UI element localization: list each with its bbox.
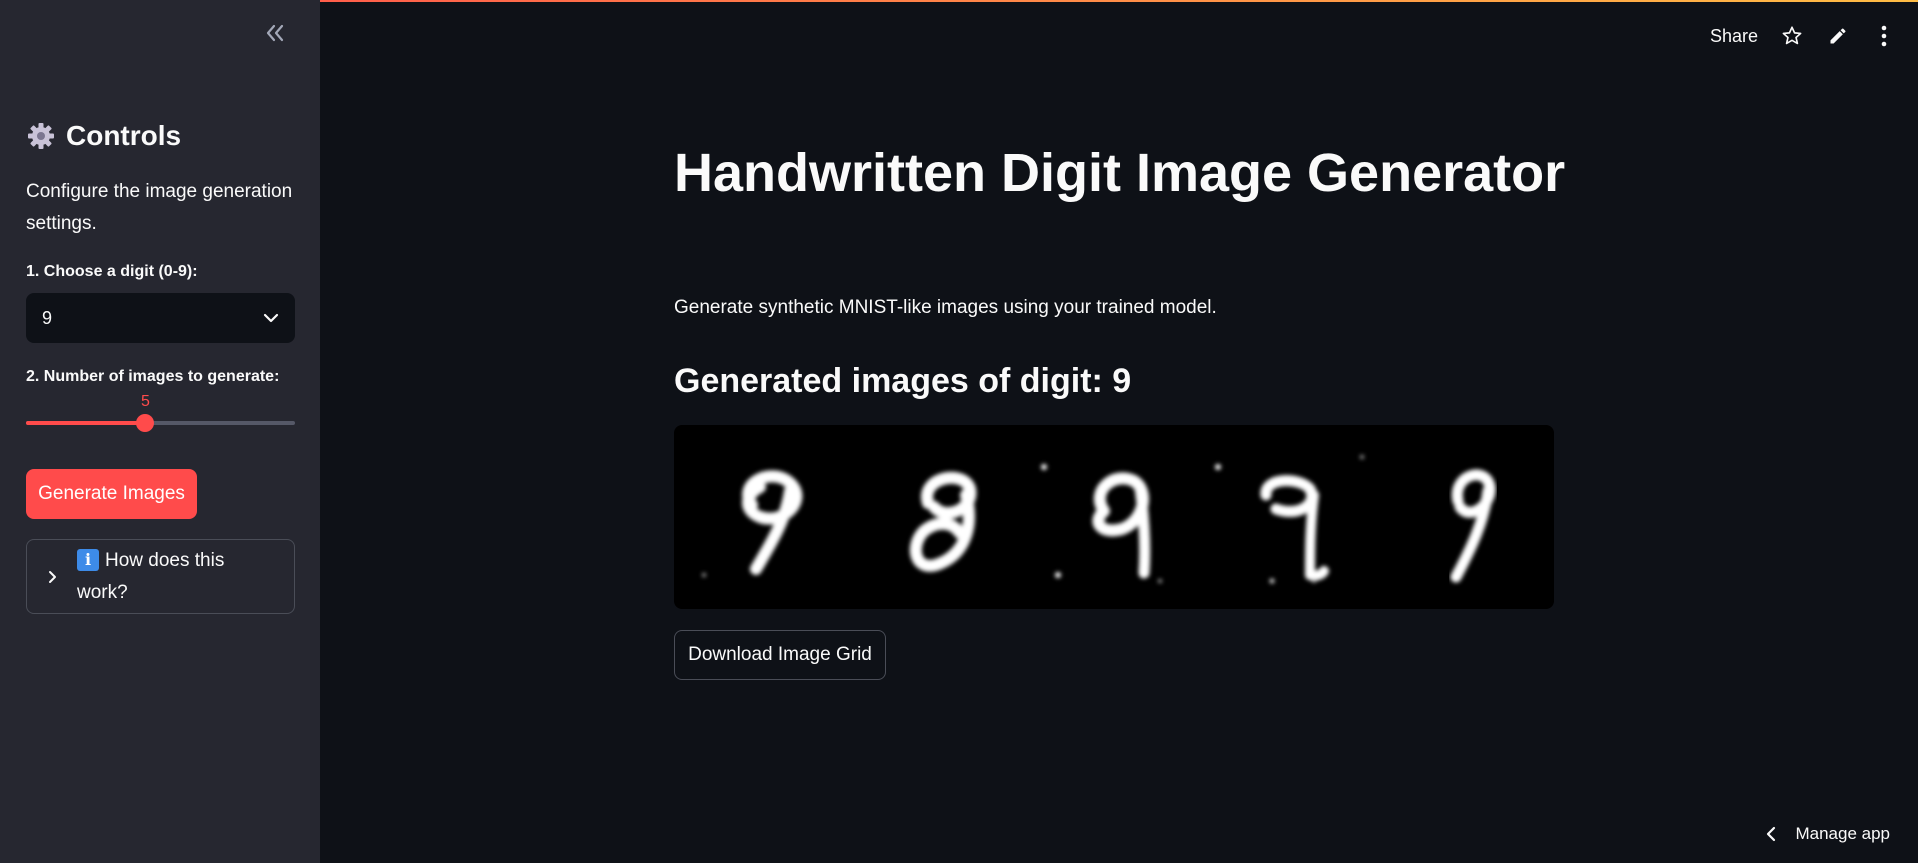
generated-image-grid xyxy=(674,425,1554,609)
sidebar-title: Controls xyxy=(26,118,181,154)
digit-select-value: 9 xyxy=(42,307,53,328)
edit-button[interactable] xyxy=(1826,24,1850,48)
more-vertical-icon xyxy=(1881,25,1887,47)
generated-digit-image xyxy=(910,471,977,572)
generated-digit-image xyxy=(702,470,803,577)
sidebar-description: Configure the image generation settings. xyxy=(26,181,293,234)
star-button[interactable] xyxy=(1780,24,1804,48)
page-description: Generate synthetic MNIST-like images usi… xyxy=(674,297,1217,318)
share-button[interactable]: Share xyxy=(1710,26,1758,47)
double-chevron-left-icon xyxy=(266,24,284,42)
page-title: Handwritten Digit Image Generator xyxy=(674,143,1566,203)
expander-label: How does this work? xyxy=(77,549,225,603)
gear-icon xyxy=(28,123,54,149)
digit-select[interactable]: 9 xyxy=(26,293,295,343)
manage-app-button[interactable]: Manage app xyxy=(1765,819,1890,849)
star-icon xyxy=(1782,26,1802,45)
count-slider-value: 5 xyxy=(140,393,150,410)
app-header: Share xyxy=(1710,18,1896,54)
chevron-right-icon xyxy=(49,570,56,583)
count-slider-label: 2. Number of images to generate: xyxy=(26,368,280,385)
count-slider-thumb[interactable] xyxy=(136,414,155,432)
generated-digit-image xyxy=(1041,464,1162,583)
info-icon: i xyxy=(77,548,99,571)
count-slider-fill xyxy=(26,421,146,425)
how-it-works-expander[interactable]: i How does this work? xyxy=(26,539,295,614)
download-image-grid-button[interactable]: Download Image Grid xyxy=(674,630,886,680)
main-menu-button[interactable] xyxy=(1872,24,1896,48)
sidebar-title-text: Controls xyxy=(66,120,182,151)
digit-select-label: 1. Choose a digit (0-9): xyxy=(26,263,198,280)
generated-subheading: Generated images of digit: 9 xyxy=(674,362,1132,400)
generated-digit-image xyxy=(1215,455,1364,584)
generated-digit-image xyxy=(1450,469,1496,583)
pencil-icon xyxy=(1830,28,1846,44)
chevron-left-icon xyxy=(1767,826,1776,842)
chevron-down-icon xyxy=(263,313,279,323)
digit-images xyxy=(702,455,1496,584)
manage-app-label: Manage app xyxy=(1795,824,1890,843)
collapse-sidebar-button[interactable] xyxy=(260,22,290,52)
sidebar: Controls Configure the image generation … xyxy=(0,0,320,863)
generate-images-button[interactable]: Generate Images xyxy=(26,469,197,519)
count-slider[interactable] xyxy=(26,414,295,432)
